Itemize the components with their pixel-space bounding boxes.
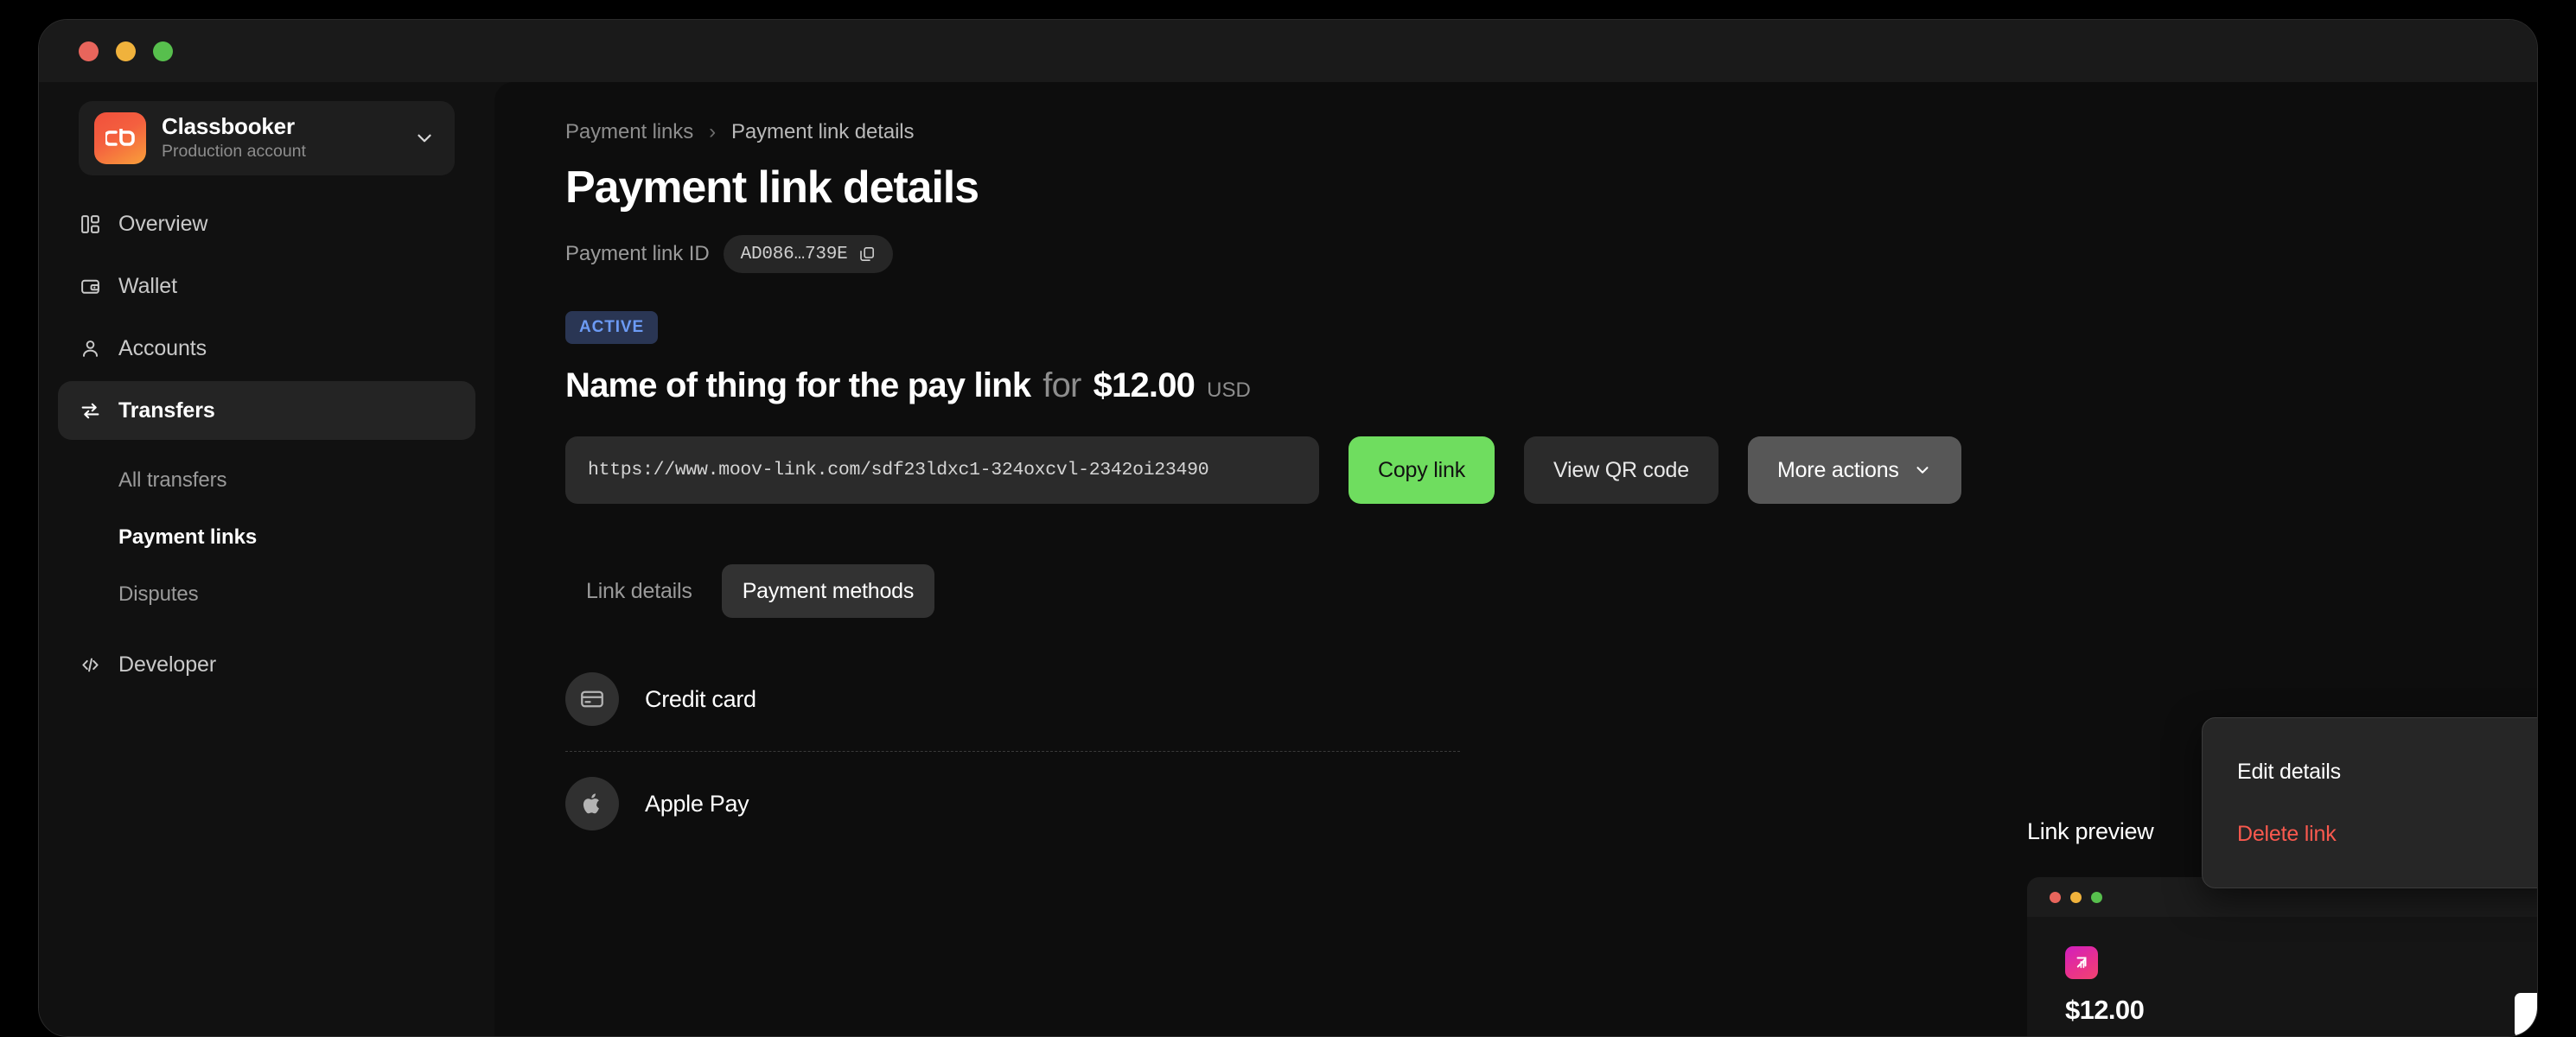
tab-link-details[interactable]: Link details xyxy=(565,564,713,618)
menu-item-edit-details[interactable]: Edit details xyxy=(2203,741,2537,803)
person-icon xyxy=(79,338,101,359)
breadcrumb-current: Payment link details xyxy=(731,120,914,144)
preview-maximize-dot xyxy=(2091,892,2102,903)
sidebar-item-overview[interactable]: Overview xyxy=(58,194,475,253)
more-actions-dropdown: Edit details Delete link xyxy=(2202,717,2537,888)
list-item[interactable]: Credit card xyxy=(565,647,1460,751)
breadcrumb: Payment links › Payment link details xyxy=(565,120,2537,144)
window-titlebar xyxy=(39,20,2537,82)
account-text: Classbooker Production account xyxy=(162,113,398,162)
close-window-button[interactable] xyxy=(79,41,99,61)
account-name: Classbooker xyxy=(162,113,398,140)
sidebar-subitem-payment-links[interactable]: Payment links xyxy=(58,509,475,566)
sidebar-subitem-disputes[interactable]: Disputes xyxy=(58,566,475,623)
sidebar-item-transfers[interactable]: Transfers xyxy=(58,381,475,440)
sidebar-nav: Overview Wallet xyxy=(39,194,494,440)
payment-link-url-field[interactable]: https://www.moov-link.com/sdf23ldxc1-324… xyxy=(565,436,1319,504)
sidebar-subitem-label: All transfers xyxy=(118,468,226,493)
chevron-down-icon xyxy=(413,127,436,150)
payment-link-id-row: Payment link ID AD086…739E xyxy=(565,235,2537,273)
list-item[interactable]: Apple Pay xyxy=(565,752,1460,856)
breadcrumb-parent[interactable]: Payment links xyxy=(565,120,693,144)
tab-payment-methods[interactable]: Payment methods xyxy=(722,564,935,618)
payment-link-id-label: Payment link ID xyxy=(565,242,710,266)
sidebar: Classbooker Production account xyxy=(39,82,494,1036)
chevron-down-icon xyxy=(1913,461,1932,480)
payment-link-url-value: https://www.moov-link.com/sdf23ldxc1-324… xyxy=(588,460,1208,480)
sidebar-subnav: All transfers Payment links Disputes xyxy=(39,443,494,623)
payment-method-label: Apple Pay xyxy=(645,791,749,818)
preview-minimize-dot xyxy=(2070,892,2082,903)
app-body: Classbooker Production account xyxy=(39,82,2537,1036)
payment-methods-list: Credit card Apple Pay xyxy=(565,647,1460,856)
account-switcher[interactable]: Classbooker Production account xyxy=(79,101,455,175)
code-icon xyxy=(79,654,101,676)
wallet-icon xyxy=(79,276,101,297)
apple-pay-button[interactable]: Pay xyxy=(2515,993,2537,1036)
sidebar-item-accounts[interactable]: Accounts xyxy=(58,319,475,378)
sidebar-item-label: Transfers xyxy=(118,398,215,423)
payment-link-currency: USD xyxy=(1207,379,1251,403)
maximize-window-button[interactable] xyxy=(153,41,173,61)
account-logo-icon xyxy=(94,112,146,164)
more-actions-button[interactable]: More actions xyxy=(1748,436,1961,504)
payment-link-id-value: AD086…739E xyxy=(741,245,848,264)
merchant-logo-icon xyxy=(2065,946,2098,979)
chevron-right-icon: › xyxy=(709,120,716,144)
link-action-row: https://www.moov-link.com/sdf23ldxc1-324… xyxy=(565,436,2537,504)
preview-amount: $12.00 xyxy=(2065,995,2191,1026)
detail-tabs: Link details Payment methods xyxy=(565,564,2537,618)
credit-card-icon xyxy=(565,672,619,726)
page-title: Payment link details xyxy=(565,163,2537,213)
view-qr-code-button[interactable]: View QR code xyxy=(1524,436,1718,504)
desktop-background: Classbooker Production account xyxy=(0,0,2576,1005)
sidebar-subitem-label: Disputes xyxy=(118,582,199,607)
menu-item-delete-link[interactable]: Delete link xyxy=(2203,803,2537,865)
copy-link-button[interactable]: Copy link xyxy=(1349,436,1495,504)
more-actions-label: More actions xyxy=(1777,458,1899,483)
dashboard-icon xyxy=(79,213,101,235)
preview-details: $12.00 East River Yoga xyxy=(2065,946,2191,1036)
account-subtitle: Production account xyxy=(162,141,398,162)
sidebar-footer-nav: Developer xyxy=(39,635,494,694)
copy-icon[interactable] xyxy=(858,245,876,263)
payment-link-name: Name of thing for the pay link xyxy=(565,366,1030,405)
status-badge: ACTIVE xyxy=(565,311,658,344)
sidebar-item-label: Overview xyxy=(118,212,207,237)
apple-icon xyxy=(565,777,619,830)
minimize-window-button[interactable] xyxy=(116,41,136,61)
link-preview-card: $12.00 East River Yoga P xyxy=(2027,877,2537,1036)
sidebar-item-label: Developer xyxy=(118,652,216,678)
main-content: Payment links › Payment link details Pay… xyxy=(494,82,2537,1036)
sidebar-item-wallet[interactable]: Wallet xyxy=(58,257,475,315)
sidebar-subitem-all-transfers[interactable]: All transfers xyxy=(58,452,475,509)
transfers-icon xyxy=(79,400,101,422)
sidebar-item-label: Accounts xyxy=(118,336,207,361)
app-window: Classbooker Production account xyxy=(38,19,2538,1037)
preview-close-dot xyxy=(2050,892,2061,903)
payment-link-summary: Name of thing for the pay link for $12.0… xyxy=(565,366,2537,405)
link-preview-title: Link preview xyxy=(2027,818,2153,845)
summary-connector: for xyxy=(1043,366,1081,405)
payment-link-id-chip[interactable]: AD086…739E xyxy=(724,235,893,273)
sidebar-subitem-label: Payment links xyxy=(118,525,257,550)
preview-body: $12.00 East River Yoga P xyxy=(2027,917,2537,1036)
payment-link-amount: $12.00 xyxy=(1094,366,1196,405)
sidebar-item-developer[interactable]: Developer xyxy=(58,635,475,694)
sidebar-item-label: Wallet xyxy=(118,274,177,299)
payment-method-label: Credit card xyxy=(645,686,756,713)
